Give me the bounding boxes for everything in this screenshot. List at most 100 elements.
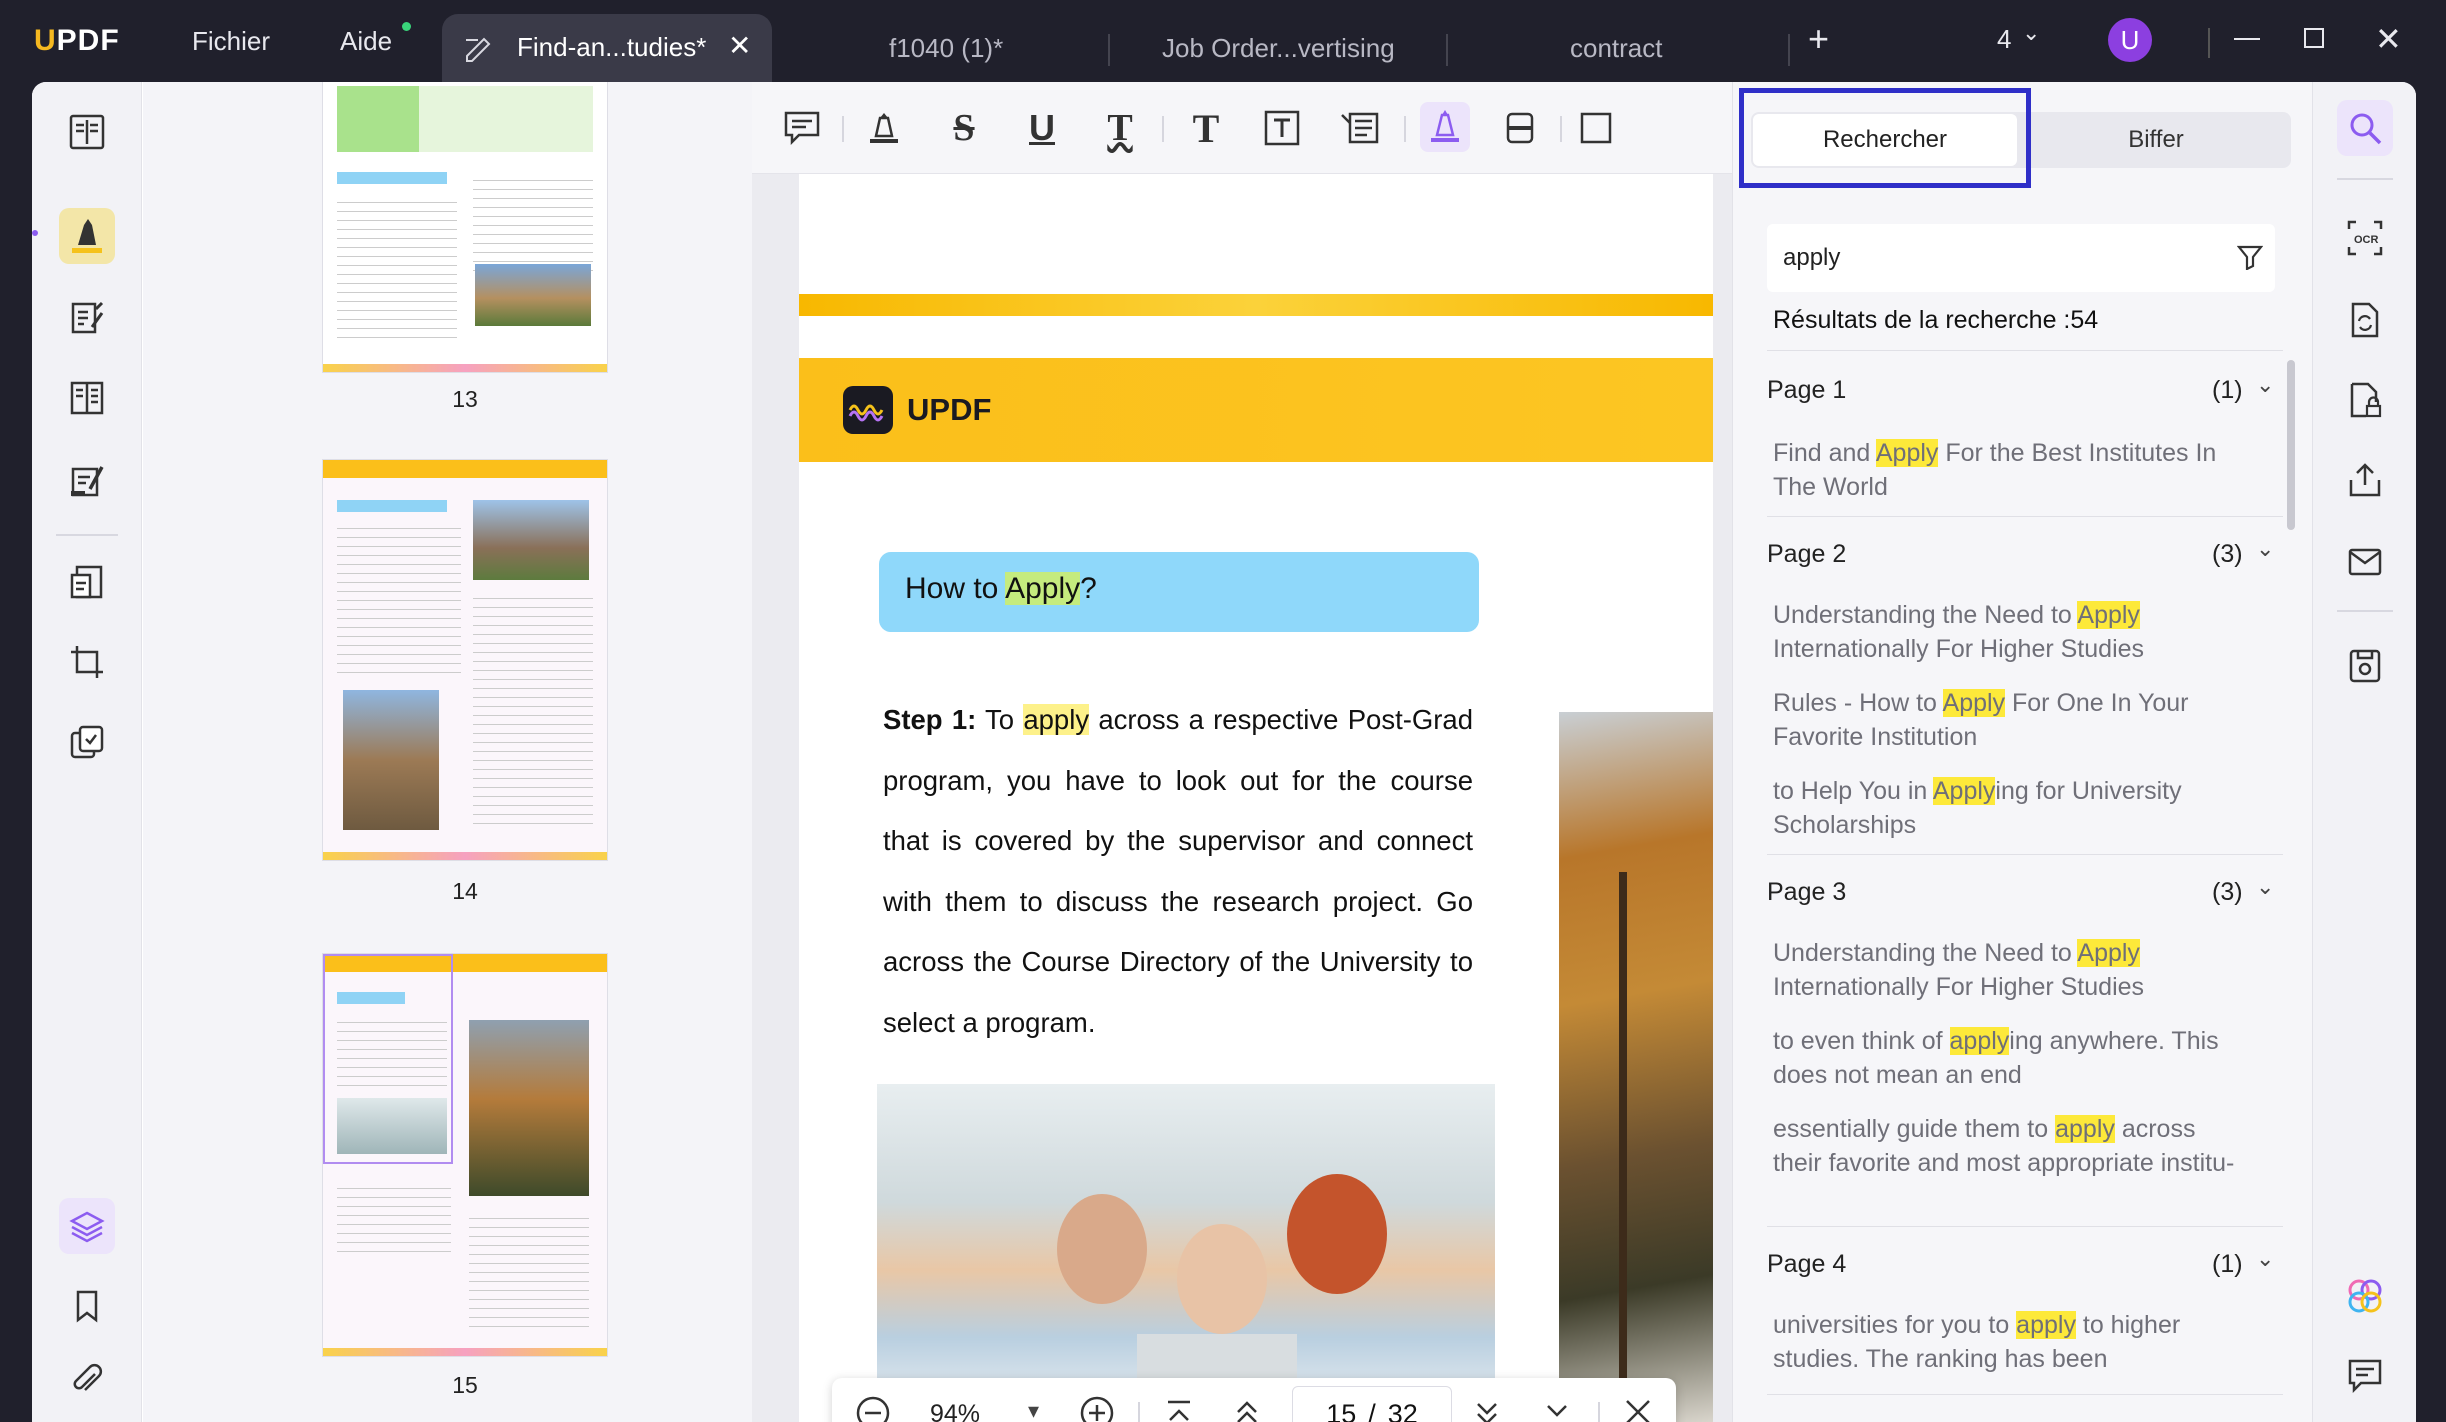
result-page-2[interactable]: Page 2 <box>1767 540 1846 569</box>
next-page-icon[interactable] <box>1470 1396 1504 1422</box>
organize-pages-icon[interactable] <box>59 370 115 426</box>
result-item[interactable]: Find and Apply For the Best Institutes I… <box>1773 436 2243 504</box>
convert-pdf-icon[interactable] <box>59 554 115 610</box>
result-count-3: (3) <box>2212 878 2243 906</box>
snippet-text: Internationally For Higher Studies <box>1773 635 2145 663</box>
ocr-icon[interactable]: OCR <box>2337 210 2393 266</box>
result-item[interactable]: to even think of applying anywhere. This… <box>1773 1024 2243 1092</box>
tab-f1040[interactable]: f1040 (1)* <box>830 14 1070 82</box>
page-input[interactable]: 15 / 32 <box>1292 1386 1452 1422</box>
chevron-down-icon[interactable]: ⌄ <box>2256 536 2274 562</box>
add-tab-button[interactable]: + <box>1808 18 1829 60</box>
fill-sign-icon[interactable] <box>59 452 115 508</box>
batch-pdf-icon[interactable] <box>59 714 115 770</box>
result-item[interactable]: Understanding the Need to Apply Internat… <box>1773 936 2243 1004</box>
search-icon[interactable] <box>2337 100 2393 156</box>
ai-assistant-icon[interactable] <box>2337 1268 2393 1324</box>
thumb-image <box>473 500 589 580</box>
text-callout-icon[interactable] <box>1338 106 1382 150</box>
chevron-down-icon[interactable]: ⌄ <box>2256 874 2274 900</box>
tab-contract[interactable]: contract <box>1460 14 1760 82</box>
underline-icon[interactable]: U <box>1020 106 1064 150</box>
reader-mode-icon[interactable] <box>59 104 115 160</box>
eraser-icon[interactable] <box>1498 106 1542 150</box>
close-tab-icon[interactable]: ✕ <box>728 29 751 62</box>
minimize-icon[interactable] <box>2234 38 2260 40</box>
comments-list-icon[interactable] <box>2337 1348 2393 1404</box>
zoom-in-icon[interactable] <box>1078 1394 1116 1422</box>
updf-logo-icon <box>843 386 893 434</box>
snippet-highlight: Apply <box>2077 601 2140 629</box>
note-icon[interactable] <box>780 106 824 150</box>
share-icon[interactable] <box>2337 452 2393 508</box>
search-field[interactable]: apply <box>1767 224 2275 292</box>
student-face <box>1287 1174 1387 1294</box>
result-item[interactable]: Understanding the Need to Apply Internat… <box>1773 598 2243 666</box>
convert-icon[interactable] <box>2337 292 2393 348</box>
tab-biffer[interactable]: Biffer <box>2023 114 2289 166</box>
close-window-icon[interactable]: ✕ <box>2375 20 2402 58</box>
snippet-text: Find and <box>1773 439 1876 467</box>
layers-icon[interactable] <box>59 1198 115 1254</box>
pencil-icon[interactable] <box>1420 102 1470 152</box>
zoom-dropdown-icon[interactable]: ▾ <box>1028 1398 1039 1422</box>
text-box-icon[interactable] <box>1260 106 1304 150</box>
thumb-table-col <box>337 86 419 152</box>
comment-tool-icon[interactable] <box>59 208 115 264</box>
tab-job-order[interactable]: Job Order...vertising <box>1120 14 1420 82</box>
thumbnail-page-14[interactable] <box>323 460 607 860</box>
result-item[interactable]: Rules - How to Apply For One In Your Fav… <box>1773 686 2243 754</box>
squiggly-icon[interactable]: T <box>1098 106 1142 150</box>
chevron-down-icon[interactable]: ⌄ <box>2022 20 2040 46</box>
first-page-icon[interactable] <box>1162 1396 1196 1422</box>
crop-page-icon[interactable] <box>59 634 115 690</box>
close-navigator-icon[interactable] <box>1622 1396 1654 1422</box>
thumbnail-page-13[interactable] <box>323 82 607 372</box>
results-scrollbar[interactable] <box>2287 360 2295 530</box>
result-page-4[interactable]: Page 4 <box>1767 1250 1846 1279</box>
result-item[interactable]: to Help You in Applying for University S… <box>1773 774 2243 842</box>
window-count[interactable]: 4 <box>1997 24 2011 55</box>
result-page-3[interactable]: Page 3 <box>1767 878 1846 907</box>
menu-fichier[interactable]: Fichier <box>192 26 270 57</box>
attachment-icon[interactable] <box>59 1352 115 1408</box>
zoom-out-icon[interactable] <box>854 1394 892 1422</box>
maximize-icon[interactable] <box>2304 28 2324 48</box>
results-count: Résultats de la recherche :54 <box>1773 306 2099 334</box>
tab-divider <box>1446 34 1448 66</box>
email-icon[interactable] <box>2337 534 2393 590</box>
chevron-down-icon[interactable]: ⌄ <box>2256 1246 2274 1272</box>
tab-find-an-studies[interactable]: Find-an...tudies* ✕ <box>442 14 772 82</box>
bookmark-icon[interactable] <box>59 1278 115 1334</box>
chevron-down-icon[interactable]: ⌄ <box>2256 372 2274 398</box>
shape-icon[interactable] <box>1574 106 1618 150</box>
strikethrough-icon[interactable]: S <box>942 106 986 150</box>
page-separator: / <box>1368 1398 1376 1422</box>
result-page-1[interactable]: Page 1 <box>1767 376 1846 405</box>
zoom-level[interactable]: 94% <box>930 1400 980 1422</box>
protect-icon[interactable] <box>2337 372 2393 428</box>
thumbnail-page-15[interactable] <box>323 954 607 1356</box>
user-avatar[interactable]: U <box>2108 18 2152 62</box>
thumb-text <box>473 590 593 830</box>
current-page: 15 <box>1326 1398 1357 1422</box>
step-label: Step 1: <box>883 704 977 735</box>
filter-icon[interactable] <box>2236 244 2264 275</box>
result-item[interactable]: essentially guide them to apply across t… <box>1773 1112 2243 1180</box>
result-item[interactable]: universities for you to apply to higher … <box>1773 1308 2243 1376</box>
previous-page-icon[interactable] <box>1230 1396 1264 1422</box>
snippet-text: Rules - How to <box>1773 689 1943 717</box>
thumbnail-number: 15 <box>452 1372 478 1398</box>
last-page-icon[interactable] <box>1540 1396 1574 1422</box>
text-comment-icon[interactable]: T <box>1184 106 1228 151</box>
save-icon[interactable] <box>2337 638 2393 694</box>
snippet-text: essentially guide them to <box>1773 1115 2056 1143</box>
highlight-icon[interactable] <box>862 106 906 150</box>
edit-pdf-icon[interactable] <box>59 290 115 346</box>
thumb-image <box>337 1098 447 1154</box>
result-count-4: (1) <box>2212 1250 2243 1278</box>
heading-text-end: ? <box>1080 572 1097 605</box>
menu-aide[interactable]: Aide <box>340 26 392 57</box>
left-toolbar <box>32 82 142 1422</box>
thumb-image <box>469 1020 589 1196</box>
